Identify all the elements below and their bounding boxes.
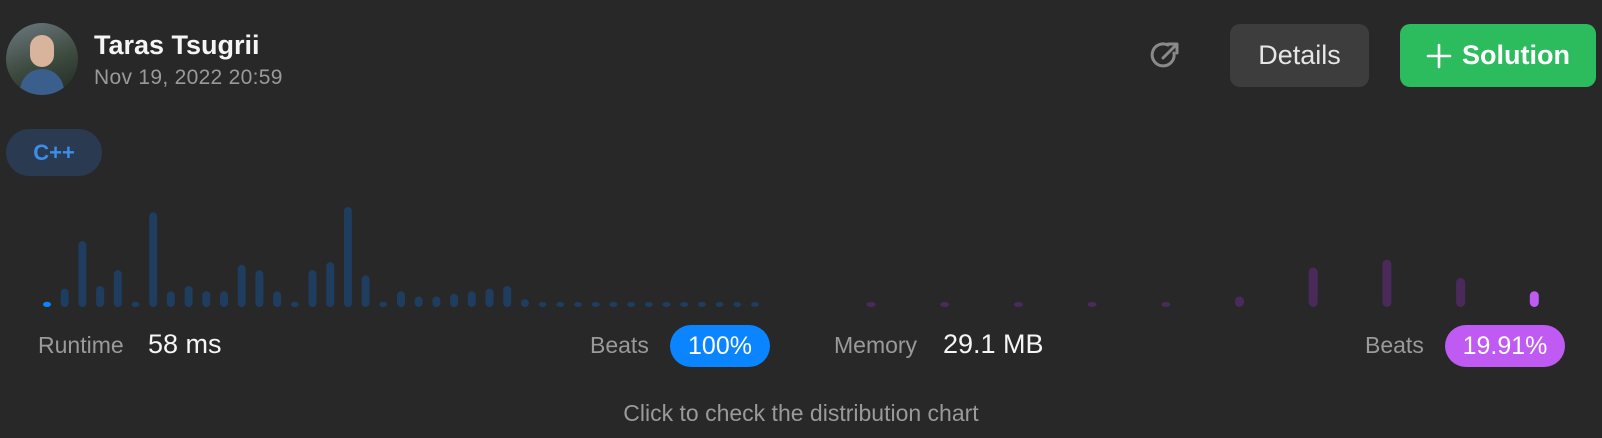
- add-solution-button[interactable]: Solution: [1400, 24, 1596, 87]
- memory-distribution-bar: [1161, 302, 1171, 307]
- runtime-distribution-bar: [113, 270, 122, 307]
- runtime-distribution-bar: [96, 285, 105, 307]
- runtime-distribution-bar: [414, 296, 423, 307]
- runtime-distribution-bar: [43, 301, 51, 307]
- runtime-distribution-bar: [450, 293, 459, 307]
- runtime-distribution-bar: [697, 301, 706, 307]
- runtime-distribution-bar: [379, 301, 388, 307]
- runtime-beats-label: Beats: [590, 332, 649, 358]
- runtime-distribution-bar: [574, 302, 582, 307]
- memory-distribution-bar: [866, 302, 876, 307]
- runtime-distribution-bar: [662, 302, 671, 307]
- memory-beats-badge: 19.91%: [1445, 325, 1565, 367]
- runtime-distribution-bar: [131, 301, 140, 307]
- runtime-distribution-bar: [733, 302, 742, 307]
- runtime-distribution-bar: [680, 302, 689, 307]
- runtime-distribution-bar: [715, 302, 724, 307]
- runtime-distribution-bar: [751, 302, 759, 307]
- memory-beats-label: Beats: [1365, 332, 1424, 358]
- runtime-distribution-bar: [184, 285, 193, 307]
- runtime-distribution-bar: [644, 302, 653, 307]
- memory-distribution-bar: [1382, 259, 1392, 307]
- share-icon[interactable]: [1147, 38, 1183, 74]
- runtime-label: Runtime: [38, 332, 124, 358]
- share-icon-graphic: [1150, 42, 1179, 68]
- memory-distribution-bar: [1456, 278, 1466, 307]
- runtime-distribution-bar: [290, 301, 299, 307]
- runtime-beats-badge: 100%: [670, 325, 770, 367]
- avatar[interactable]: [6, 23, 78, 95]
- memory-label: Memory: [834, 332, 918, 358]
- runtime-distribution-bar: [149, 212, 158, 307]
- user-name[interactable]: Taras Tsugrii: [94, 30, 260, 61]
- runtime-distribution-bar: [60, 288, 69, 307]
- plus-icon: [1426, 43, 1452, 68]
- runtime-distribution-bar: [503, 285, 512, 307]
- runtime-distribution-bar: [556, 302, 565, 307]
- memory-distribution-bar: [1308, 267, 1318, 307]
- runtime-distribution-bar: [467, 291, 476, 307]
- solution-button-label: Solution: [1462, 40, 1570, 70]
- runtime-distribution-bar: [538, 302, 547, 307]
- runtime-distribution-bar: [591, 302, 600, 307]
- runtime-distribution-bar: [520, 299, 529, 307]
- runtime-distribution-bar: [397, 291, 405, 307]
- runtime-distribution-bar: [326, 262, 335, 307]
- runtime-distribution-bar: [202, 291, 211, 307]
- language-tag[interactable]: C++: [6, 129, 102, 176]
- memory-distribution-bar: [1235, 296, 1244, 307]
- runtime-distribution-bar: [308, 270, 317, 307]
- details-button-label: Details: [1258, 40, 1341, 70]
- runtime-distribution-bar: [166, 291, 175, 307]
- runtime-distribution-bar: [609, 301, 618, 307]
- runtime-distribution-bar: [220, 291, 228, 307]
- memory-distribution-bar: [1013, 302, 1023, 307]
- runtime-distribution-bar: [627, 302, 636, 307]
- distribution-chart-hint[interactable]: Click to check the distribution chart: [0, 400, 1602, 427]
- runtime-distribution-bar: [361, 275, 370, 307]
- runtime-distribution-bar: [255, 270, 264, 307]
- memory-value: 29.1 MB: [943, 329, 1044, 359]
- memory-distribution-bar: [940, 302, 950, 307]
- runtime-distribution-bar: [273, 291, 282, 307]
- distribution-chart[interactable]: [0, 200, 1602, 312]
- runtime-distribution-bar: [485, 288, 494, 307]
- details-button[interactable]: Details: [1230, 24, 1369, 87]
- memory-distribution-bar: [1529, 291, 1539, 307]
- submission-date: Nov 19, 2022 20:59: [94, 66, 283, 89]
- runtime-distribution-bar: [343, 207, 352, 307]
- avatar-torso: [20, 69, 64, 95]
- runtime-distribution-bar: [78, 241, 87, 307]
- runtime-value: 58 ms: [148, 329, 222, 359]
- memory-distribution-bar: [1087, 302, 1097, 307]
- runtime-distribution-bar: [432, 296, 441, 307]
- avatar-head: [30, 35, 54, 67]
- runtime-distribution-bar: [237, 264, 246, 307]
